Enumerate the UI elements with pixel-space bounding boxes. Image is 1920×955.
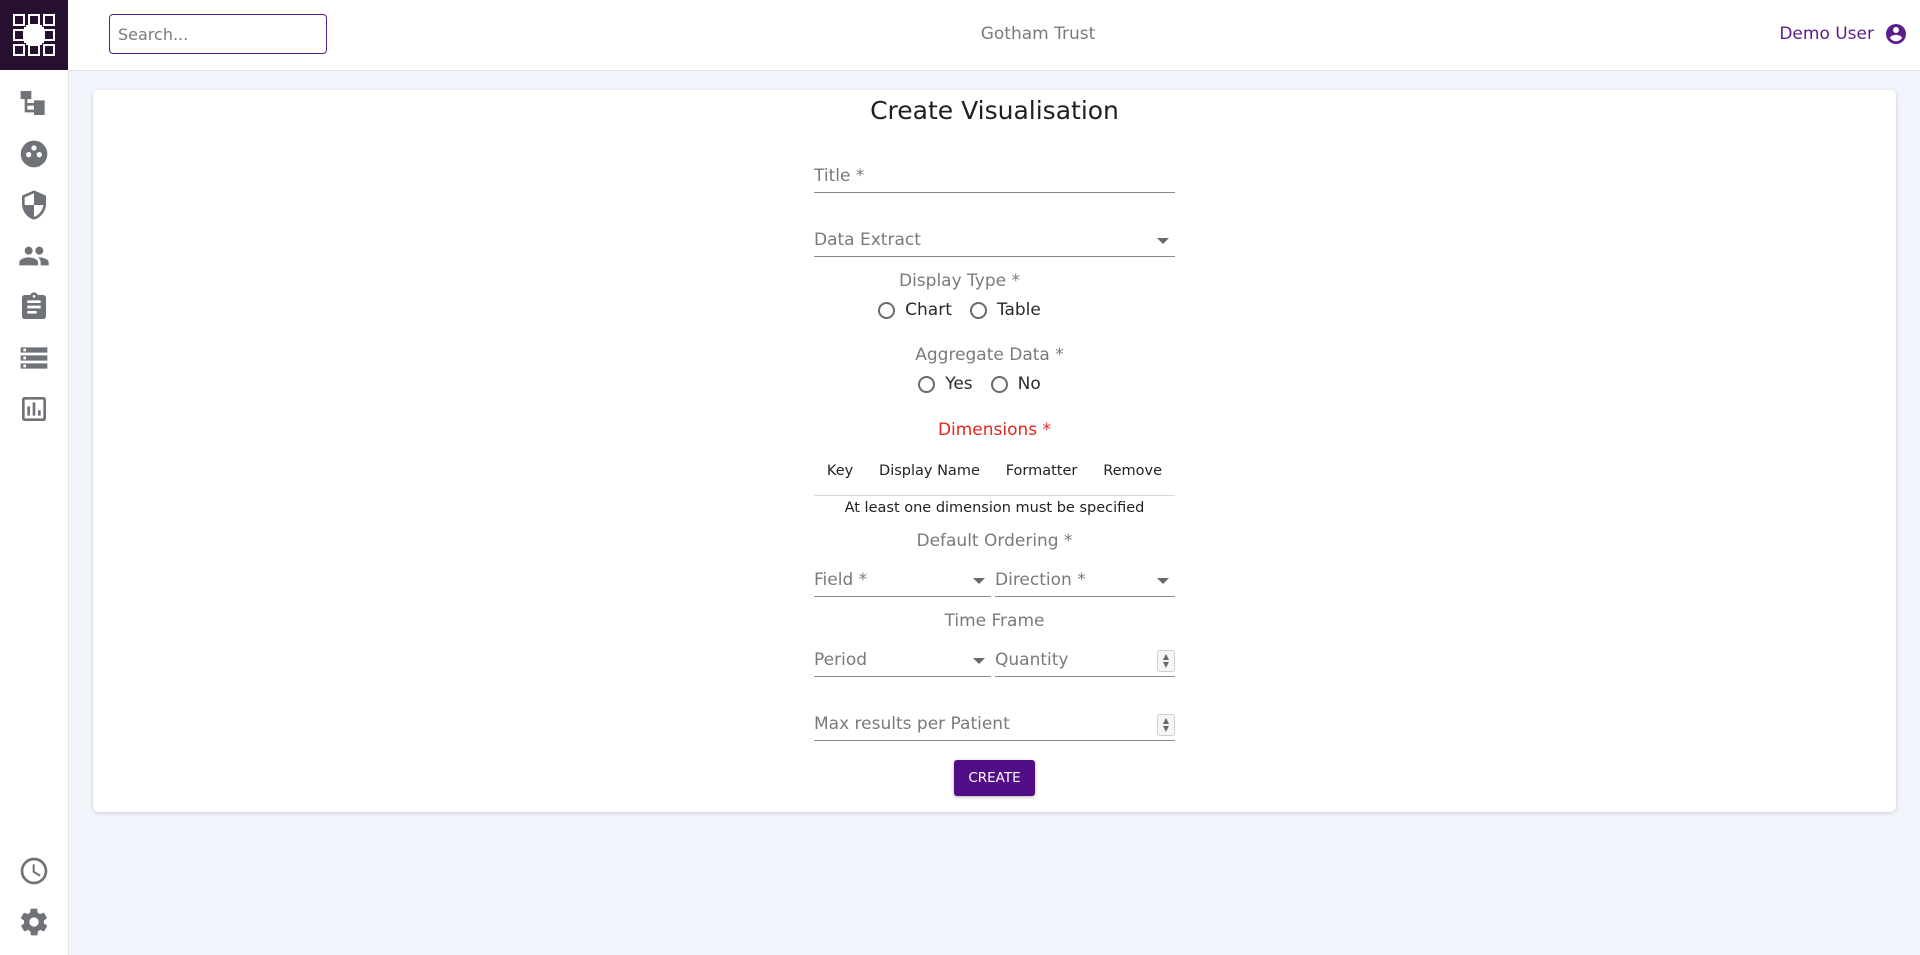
logo-icon [13, 14, 55, 56]
chevron-down-icon [973, 578, 985, 584]
radio-chart-label: Chart [905, 300, 952, 320]
ordering-field-label: Field * [814, 570, 868, 590]
max-results-label: Max results per Patient [814, 714, 1010, 734]
people-icon [19, 246, 49, 266]
radio-yes[interactable]: Yes [918, 374, 973, 394]
hierarchy-icon [20, 91, 45, 115]
title-field-label: Title * [814, 166, 865, 186]
shield-icon [22, 190, 46, 220]
create-visualisation-card: Create Visualisation Title * Data Extrac… [93, 90, 1896, 812]
chevron-down-icon [1157, 578, 1169, 584]
search-input[interactable] [109, 14, 327, 54]
ordering-direction-select[interactable]: Direction * [995, 563, 1175, 597]
org-name: Gotham Trust [980, 24, 1096, 44]
col-remove: Remove [1103, 463, 1163, 479]
default-ordering-label: Default Ordering * [916, 531, 1073, 551]
ordering-field-select[interactable]: Field * [814, 563, 991, 597]
top-bar: Gotham Trust Demo User [68, 0, 1920, 71]
quantity-label: Quantity [995, 650, 1069, 670]
col-formatter: Formatter [1005, 463, 1078, 479]
aggregate-label: Aggregate Data * [915, 345, 1064, 365]
sidebar [0, 0, 69, 955]
data-extract-select[interactable]: Data Extract [814, 223, 1175, 257]
sidebar-item-security[interactable] [0, 183, 68, 227]
radio-chart[interactable]: Chart [878, 300, 952, 320]
quantity-input[interactable]: Quantity ▲ ▼ [995, 643, 1175, 677]
period-label: Period [814, 650, 868, 670]
title-field[interactable]: Title * [814, 159, 1175, 193]
dimensions-label: Dimensions * [937, 420, 1052, 440]
period-select[interactable]: Period [814, 643, 991, 677]
data-extract-label: Data Extract [814, 230, 921, 250]
aggregate-radio-group: Yes No [63, 374, 1896, 394]
max-results-input[interactable]: Max results per Patient ▲ ▼ [814, 707, 1175, 741]
radio-table-label: Table [996, 300, 1041, 320]
ordering-direction-label: Direction * [995, 570, 1086, 590]
gear-icon [20, 908, 48, 936]
user-name: Demo User [1779, 24, 1874, 44]
number-stepper-icon[interactable]: ▲ ▼ [1157, 714, 1175, 736]
sidebar-item-settings[interactable] [0, 900, 68, 944]
radio-circle[interactable] [878, 301, 896, 319]
radio-no-label: No [1017, 374, 1041, 394]
sidebar-item-groups[interactable] [0, 132, 68, 176]
chevron-down-icon [1157, 238, 1169, 244]
user-menu[interactable]: Demo User [1779, 22, 1908, 46]
sidebar-item-chart[interactable] [0, 387, 68, 431]
radio-circle[interactable] [990, 375, 1008, 393]
sidebar-item-list[interactable] [0, 336, 68, 380]
list-icon [20, 347, 48, 369]
clock-icon [20, 857, 48, 885]
dimensions-empty-message: At least one dimension must be specified [844, 500, 1145, 516]
display-type-label: Display Type * [898, 271, 1021, 291]
radio-circle[interactable] [918, 375, 936, 393]
display-type-radio-group: Chart Table [23, 300, 1896, 320]
groups-icon [20, 140, 48, 168]
chart-icon [22, 397, 46, 421]
page-title: Create Visualisation [870, 96, 1119, 125]
dimensions-table-header: Key Display Name Formatter Remove [814, 447, 1175, 496]
time-frame-label: Time Frame [944, 611, 1045, 631]
account-icon [1886, 24, 1906, 44]
sidebar-item-hierarchy[interactable] [0, 81, 68, 125]
radio-yes-label: Yes [945, 374, 973, 394]
col-key: Key [826, 463, 854, 479]
radio-no[interactable]: No [990, 374, 1041, 394]
sidebar-item-history[interactable] [0, 849, 68, 893]
chevron-down-icon [973, 658, 985, 664]
app-logo[interactable] [0, 0, 68, 70]
radio-table[interactable]: Table [969, 300, 1041, 320]
radio-circle[interactable] [969, 301, 987, 319]
number-stepper-icon[interactable]: ▲ ▼ [1157, 650, 1175, 672]
create-button[interactable]: CREATE [954, 760, 1035, 796]
col-display-name: Display Name [879, 463, 980, 479]
